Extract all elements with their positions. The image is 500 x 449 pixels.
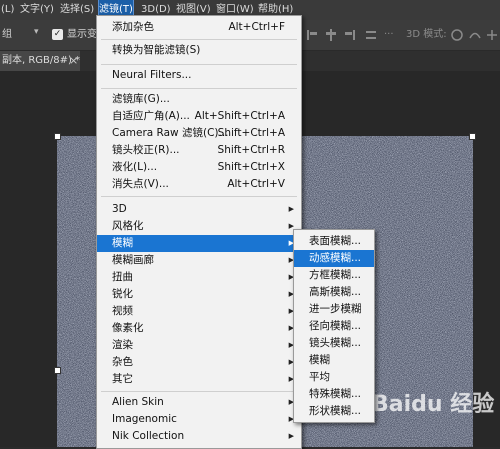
document-tab[interactable]: 副本, RGB/8#) * × (0, 51, 80, 71)
3d-mode-label: 3D 模式: (406, 29, 447, 40)
transform-handle-top-left[interactable] (54, 133, 61, 140)
chevron-down-icon[interactable]: ▾ (34, 27, 46, 43)
more-options-icon[interactable]: ··· (384, 27, 394, 43)
menu-item-imagenomic[interactable]: Imagenomic ▶ (97, 411, 301, 428)
submenu-item-surface-blur[interactable]: 表面模糊... (294, 233, 374, 250)
roll-3d-icon[interactable] (468, 28, 482, 42)
menu-item-pixelate[interactable]: 像素化 ▶ (97, 320, 301, 337)
submenu-item-blur-more[interactable]: 进一步模糊 (294, 301, 374, 318)
transform-handle-top-right[interactable] (469, 133, 476, 140)
menu-item-neural-filters[interactable]: Neural Filters... (97, 67, 301, 84)
menu-text[interactable]: 文字(Y) (20, 0, 54, 20)
menu-item-video[interactable]: 视频 ▶ (97, 303, 301, 320)
menu-item-liquify[interactable]: 液化(L)... Shift+Ctrl+X (97, 159, 301, 176)
show-transform-label: 显示变 (67, 29, 97, 40)
show-transform-checkbox[interactable]: ✓ (52, 29, 63, 40)
menu-separator (101, 196, 297, 197)
menu-item-alien-skin[interactable]: Alien Skin ▶ (97, 394, 301, 411)
orbit-3d-icon[interactable] (450, 28, 464, 42)
menu-separator (101, 39, 297, 40)
align-left-icon[interactable] (305, 28, 319, 42)
menu-select[interactable]: 选择(S) (60, 0, 94, 20)
submenu-item-radial-blur[interactable]: 径向模糊... (294, 318, 374, 335)
menu-item-add-noise[interactable]: 添加杂色 Alt+Ctrl+F (97, 19, 301, 36)
submenu-item-gaussian-blur[interactable]: 高斯模糊... (294, 284, 374, 301)
blur-submenu: 表面模糊... 动感模糊... 方框模糊... 高斯模糊... 进一步模糊 径向… (293, 229, 375, 423)
menu-separator (101, 64, 297, 65)
menu-item-render[interactable]: 渲染 ▶ (97, 337, 301, 354)
submenu-item-shape-blur[interactable]: 形状模糊... (294, 403, 374, 420)
submenu-item-average[interactable]: 平均 (294, 369, 374, 386)
menu-item-stylize[interactable]: 风格化 ▶ (97, 218, 301, 235)
submenu-item-smart-blur[interactable]: 特殊模糊... (294, 386, 374, 403)
close-icon[interactable]: × (69, 51, 78, 71)
align-center-icon[interactable] (324, 28, 338, 42)
menu-item-3d[interactable]: 3D ▶ (97, 201, 301, 218)
transform-handle-left[interactable] (54, 367, 61, 374)
menu-item-convert-smart-filter[interactable]: 转换为智能滤镜(S) (97, 42, 301, 59)
menu-item-nik-collection[interactable]: Nik Collection ▶ (97, 428, 301, 445)
distribute-icon[interactable] (364, 28, 378, 42)
submenu-item-blur[interactable]: 模糊 (294, 352, 374, 369)
menu-separator (101, 88, 297, 89)
menu-item-vanishing-point[interactable]: 消失点(V)... Alt+Ctrl+V (97, 176, 301, 193)
menu-item-sharpen[interactable]: 锐化 ▶ (97, 286, 301, 303)
pan-3d-icon[interactable] (485, 28, 499, 42)
menu-item-blur[interactable]: 模糊 ▶ (97, 235, 301, 252)
menu-item-camera-raw[interactable]: Camera Raw 滤镜(C)... Shift+Ctrl+A (97, 125, 301, 142)
menu-item-distort[interactable]: 扭曲 ▶ (97, 269, 301, 286)
chevron-right-icon: ▶ (288, 432, 294, 440)
menu-type-partial[interactable]: (L) (1, 0, 14, 20)
auto-select-group-value[interactable]: 组 (0, 27, 12, 43)
submenu-item-box-blur[interactable]: 方框模糊... (294, 267, 374, 284)
menu-item-other[interactable]: 其它 ▶ (97, 371, 301, 388)
align-right-icon[interactable] (343, 28, 357, 42)
menu-item-filter-gallery[interactable]: 滤镜库(G)... (97, 91, 301, 108)
menu-separator (101, 391, 297, 392)
submenu-item-motion-blur[interactable]: 动感模糊... (294, 250, 374, 267)
menu-item-adaptive-wide-angle[interactable]: 自适应广角(A)... Alt+Shift+Ctrl+A (97, 108, 301, 125)
filter-menu: 添加杂色 Alt+Ctrl+F 转换为智能滤镜(S) Neural Filters… (96, 15, 302, 449)
menu-item-lens-correction[interactable]: 镜头校正(R)... Shift+Ctrl+R (97, 142, 301, 159)
watermark: Baidu 经验 (372, 392, 495, 417)
submenu-item-lens-blur[interactable]: 镜头模糊... (294, 335, 374, 352)
chevron-right-icon: ▶ (288, 205, 294, 213)
menu-item-noise[interactable]: 杂色 ▶ (97, 354, 301, 371)
menu-item-blur-gallery[interactable]: 模糊画廊 ▶ (97, 252, 301, 269)
